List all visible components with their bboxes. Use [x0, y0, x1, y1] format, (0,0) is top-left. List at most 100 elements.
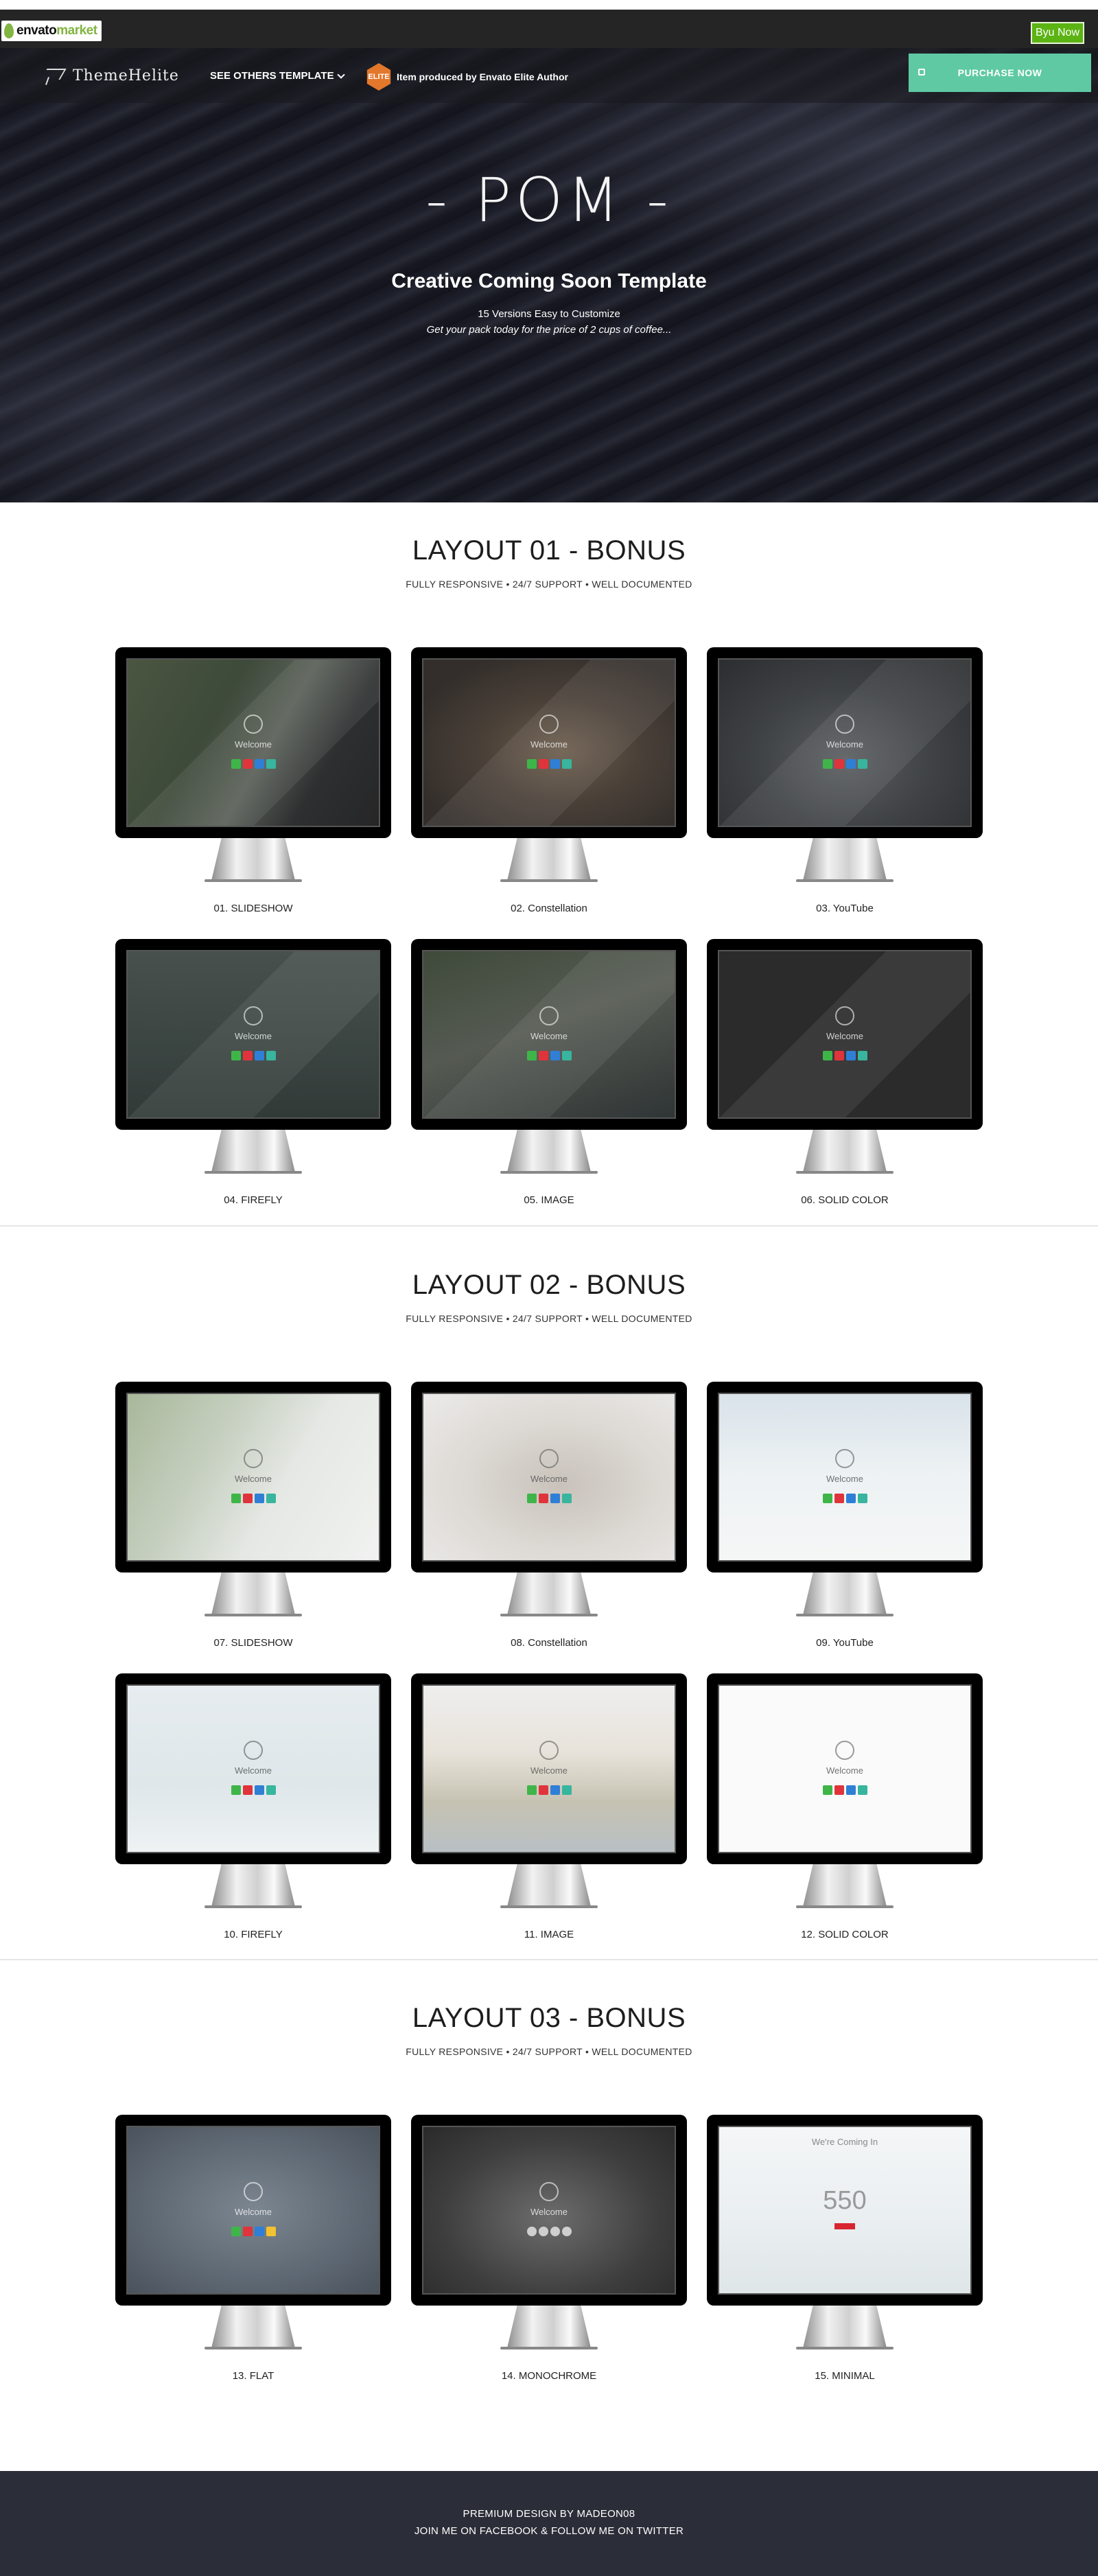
elite-author-badge: ELITE Item produced by Envato Elite Auth… [365, 63, 568, 91]
preview-card-02[interactable]: Welcome 02. Constellation [411, 647, 687, 914]
logo-icon [244, 1449, 263, 1468]
preview-card-06[interactable]: Welcome 06. SOLID COLOR [707, 939, 983, 1206]
monitor-stand [507, 1573, 591, 1615]
monitor-stand [507, 2306, 591, 2348]
monitor-stand [507, 1864, 591, 1907]
preview-card-03[interactable]: Welcome 03. YouTube [707, 647, 983, 914]
card-label: 01. SLIDESHOW [213, 903, 293, 914]
hero-versions-text: 15 Versions Easy to Customize [478, 308, 620, 320]
preview-card-05[interactable]: Welcome 05. IMAGE [411, 939, 687, 1206]
logo-icon [244, 2182, 263, 2201]
footer-social[interactable]: JOIN ME ON FACEBOOK & FOLLOW ME ON TWITT… [0, 2525, 1098, 2537]
logo-icon [244, 1006, 263, 1025]
layout-02-section: LAYOUT 02 - BONUS FULLY RESPONSIVE • 24/… [0, 1270, 1098, 1324]
welcome-text: Welcome [530, 1765, 568, 1776]
envato-brand-market: market [56, 23, 97, 38]
preview-card-09[interactable]: Welcome 09. YouTube [707, 1382, 983, 1649]
monitor-stand [211, 1130, 295, 1172]
preview-display: Welcome [422, 658, 676, 827]
see-templates-label: SEE OTHERS TEMPLATE [210, 70, 334, 82]
preview-display: Welcome [718, 950, 972, 1119]
hero-tagline: Get your pack today for the price of 2 c… [426, 324, 672, 336]
logo-icon [539, 715, 559, 734]
wing-icon [41, 66, 66, 85]
brand-logo[interactable]: ThemeHelite [41, 66, 179, 85]
logo-icon [244, 1741, 263, 1760]
preview-card-13[interactable]: Welcome 13. FLAT [115, 2115, 391, 2382]
elite-author-text: Item produced by Envato Elite Author [397, 71, 568, 82]
section-subtitle: FULLY RESPONSIVE • 24/7 SUPPORT • WELL D… [406, 2046, 692, 2057]
monitor-screen: Welcome [115, 2115, 391, 2306]
monitor-screen: Welcome [115, 939, 391, 1130]
monitor-screen: Welcome [707, 1673, 983, 1864]
logo-icon [835, 1449, 854, 1468]
monitor-screen: Welcome [115, 647, 391, 838]
envato-brand-word: envato [16, 23, 57, 38]
card-label: 04. FIREFLY [224, 1194, 283, 1206]
welcome-text: Welcome [235, 1765, 272, 1776]
envato-logo[interactable]: envatomarket [1, 21, 102, 41]
welcome-text: Welcome [235, 2207, 272, 2217]
monitor-screen: We're Coming In 550 [707, 2115, 983, 2306]
chevron-down-icon [336, 70, 345, 79]
card-label: 06. SOLID COLOR [801, 1194, 889, 1206]
preview-display: Welcome [126, 950, 380, 1119]
preview-display: Welcome [126, 1684, 380, 1853]
card-label: 15. MINIMAL [815, 2370, 875, 2382]
preview-card-08[interactable]: Welcome 08. Constellation [411, 1382, 687, 1649]
logo-icon [539, 2182, 559, 2201]
card-label: 11. IMAGE [524, 1929, 574, 1940]
preview-card-01[interactable]: Welcome 01. SLIDESHOW [115, 647, 391, 914]
preview-display: We're Coming In 550 [718, 2126, 972, 2295]
buy-now-button[interactable]: Byu Now [1031, 22, 1084, 44]
preview-card-04[interactable]: Welcome 04. FIREFLY [115, 939, 391, 1206]
section-subtitle: FULLY RESPONSIVE • 24/7 SUPPORT • WELL D… [406, 579, 692, 590]
logo-icon [835, 1741, 854, 1760]
preview-display: Welcome [422, 2126, 676, 2295]
layout-03-section: LAYOUT 03 - BONUS FULLY RESPONSIVE • 24/… [0, 2003, 1098, 2057]
monitor-stand [507, 1130, 591, 1172]
preview-display: Welcome [422, 1684, 676, 1853]
main-nav: ThemeHelite SEE OTHERS TEMPLATE ELITE It… [0, 48, 1098, 103]
preview-card-10[interactable]: Welcome 10. FIREFLY [115, 1673, 391, 1940]
see-templates-dropdown[interactable]: SEE OTHERS TEMPLATE [210, 70, 345, 82]
monitor-screen: Welcome [411, 2115, 687, 2306]
card-label: 10. FIREFLY [224, 1929, 283, 1940]
logo-icon [244, 715, 263, 734]
preview-card-11[interactable]: Welcome 11. IMAGE [411, 1673, 687, 1940]
card-label: 08. Constellation [511, 1637, 587, 1649]
welcome-text: Welcome [530, 739, 568, 750]
preview-card-12[interactable]: Welcome 12. SOLID COLOR [707, 1673, 983, 1940]
logo-icon [835, 715, 854, 734]
monitor-stand [211, 2306, 295, 2348]
minimal-title: We're Coming In [811, 2137, 878, 2147]
monitor-screen: Welcome [707, 647, 983, 838]
card-label: 14. MONOCHROME [501, 2370, 597, 2382]
monitor-stand [803, 1864, 887, 1907]
preview-card-15[interactable]: We're Coming In 550 15. MINIMAL [707, 2115, 983, 2382]
cart-icon [918, 69, 925, 76]
monitor-screen: Welcome [411, 939, 687, 1130]
minimal-countdown: 550 [823, 2186, 867, 2215]
welcome-text: Welcome [826, 1031, 863, 1041]
welcome-text: Welcome [235, 1031, 272, 1041]
preview-card-07[interactable]: Welcome 07. SLIDESHOW [115, 1382, 391, 1649]
preview-display: Welcome [718, 658, 972, 827]
card-label: 12. SOLID COLOR [801, 1929, 889, 1940]
monitor-screen: Welcome [707, 939, 983, 1130]
section-subtitle: FULLY RESPONSIVE • 24/7 SUPPORT • WELL D… [406, 1313, 692, 1324]
logo-icon [539, 1449, 559, 1468]
monitor-stand [803, 838, 887, 881]
welcome-text: Welcome [235, 1474, 272, 1484]
hero-content: - POM - Creative Coming Soon Template 15… [0, 165, 1098, 336]
card-label: 07. SLIDESHOW [213, 1637, 293, 1649]
logo-icon [539, 1006, 559, 1025]
section-title: LAYOUT 01 - BONUS [412, 535, 686, 566]
card-label: 02. Constellation [511, 903, 587, 914]
monitor-stand [507, 838, 591, 881]
card-label: 05. IMAGE [524, 1194, 574, 1206]
preview-card-14[interactable]: Welcome 14. MONOCHROME [411, 2115, 687, 2382]
preview-display: Welcome [718, 1393, 972, 1562]
purchase-now-button[interactable]: PURCHASE NOW [909, 54, 1091, 92]
card-label: 09. YouTube [816, 1637, 874, 1649]
